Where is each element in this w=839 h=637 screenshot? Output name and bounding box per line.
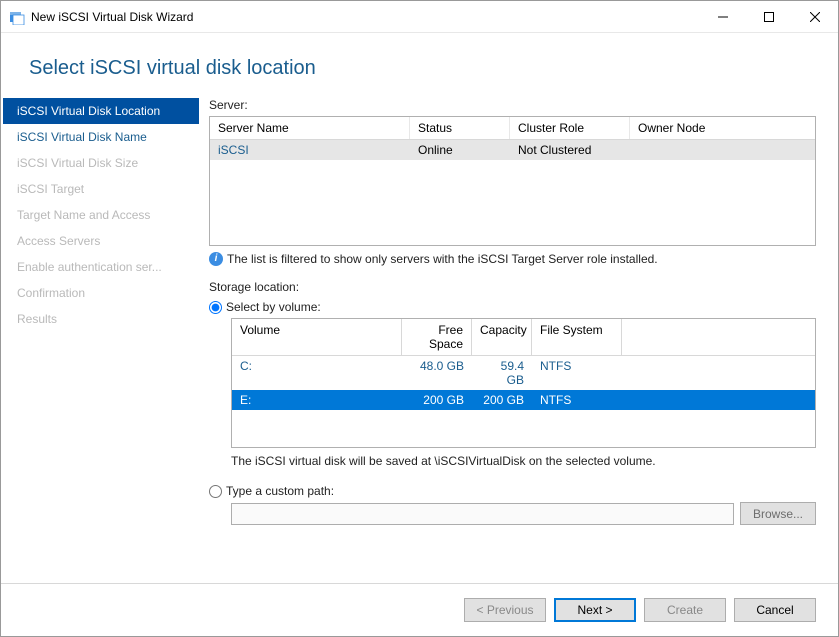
server-row-owner xyxy=(630,140,750,160)
step-iscsi-target: iSCSI Target xyxy=(3,176,199,202)
info-text: The list is filtered to show only server… xyxy=(227,252,658,266)
wizard-footer: < Previous Next > Create Cancel xyxy=(1,583,838,636)
volume-row-e[interactable]: E: 200 GB 200 GB NTFS xyxy=(232,390,815,410)
volume-row-c-free: 48.0 GB xyxy=(402,356,472,390)
radio-custom-path-label[interactable]: Type a custom path: xyxy=(226,484,334,498)
step-disk-name[interactable]: iSCSI Virtual Disk Name xyxy=(3,124,199,150)
server-row-status: Online xyxy=(410,140,510,160)
step-target-name: Target Name and Access xyxy=(3,202,199,228)
next-button[interactable]: Next > xyxy=(554,598,636,622)
step-results: Results xyxy=(3,306,199,332)
window-title: New iSCSI Virtual Disk Wizard xyxy=(31,10,700,24)
step-location[interactable]: iSCSI Virtual Disk Location xyxy=(3,98,199,124)
server-row-cluster: Not Clustered xyxy=(510,140,630,160)
storage-label: Storage location: xyxy=(209,280,816,294)
server-filter-info: i The list is filtered to show only serv… xyxy=(209,252,816,266)
minimize-button[interactable] xyxy=(700,2,746,32)
step-auth: Enable authentication ser... xyxy=(3,254,199,280)
radio-select-by-volume-row: Select by volume: xyxy=(209,300,816,314)
volume-row-c-name: C: xyxy=(232,356,402,390)
col-cluster-role[interactable]: Cluster Role xyxy=(510,117,630,139)
volume-row-c-cap: 59.4 GB xyxy=(472,356,532,390)
wizard-body: iSCSI Virtual Disk Location iSCSI Virtua… xyxy=(1,98,838,583)
window-controls xyxy=(700,2,838,32)
volume-row-e-fs: NTFS xyxy=(532,390,622,410)
create-button: Create xyxy=(644,598,726,622)
browse-button: Browse... xyxy=(740,502,816,525)
col-owner-node[interactable]: Owner Node xyxy=(630,117,750,139)
maximize-button[interactable] xyxy=(746,2,792,32)
cancel-button[interactable]: Cancel xyxy=(734,598,816,622)
volume-row-e-cap: 200 GB xyxy=(472,390,532,410)
titlebar: New iSCSI Virtual Disk Wizard xyxy=(1,1,838,33)
step-disk-size: iSCSI Virtual Disk Size xyxy=(3,150,199,176)
col-status[interactable]: Status xyxy=(410,117,510,139)
col-file-system[interactable]: File System xyxy=(532,319,622,355)
radio-custom-path-row: Type a custom path: xyxy=(209,484,816,498)
server-row[interactable]: iSCSI Online Not Clustered xyxy=(210,140,815,160)
page-title: Select iSCSI virtual disk location xyxy=(1,33,838,98)
wizard-content: Server: Server Name Status Cluster Role … xyxy=(201,98,838,583)
volume-grid[interactable]: Volume Free Space Capacity File System C… xyxy=(231,318,816,448)
previous-button: < Previous xyxy=(464,598,546,622)
volume-row-e-name: E: xyxy=(232,390,402,410)
wizard-steps: iSCSI Virtual Disk Location iSCSI Virtua… xyxy=(1,98,201,583)
col-volume[interactable]: Volume xyxy=(232,319,402,355)
step-confirmation: Confirmation xyxy=(3,280,199,306)
volume-grid-header: Volume Free Space Capacity File System xyxy=(232,319,815,356)
col-free-space[interactable]: Free Space xyxy=(402,319,472,355)
wizard-icon xyxy=(9,9,25,25)
step-access-servers: Access Servers xyxy=(3,228,199,254)
volume-row-e-free: 200 GB xyxy=(402,390,472,410)
server-grid[interactable]: Server Name Status Cluster Role Owner No… xyxy=(209,116,816,246)
volume-row-c-fs: NTFS xyxy=(532,356,622,390)
volume-hint: The iSCSI virtual disk will be saved at … xyxy=(231,454,816,468)
custom-path-input xyxy=(231,503,734,525)
radio-select-by-volume-label[interactable]: Select by volume: xyxy=(226,300,321,314)
close-button[interactable] xyxy=(792,2,838,32)
server-label: Server: xyxy=(209,98,816,112)
radio-select-by-volume[interactable] xyxy=(209,301,222,314)
info-icon: i xyxy=(209,252,223,266)
server-row-name: iSCSI xyxy=(210,140,410,160)
col-capacity[interactable]: Capacity xyxy=(472,319,532,355)
col-server-name[interactable]: Server Name xyxy=(210,117,410,139)
radio-custom-path[interactable] xyxy=(209,485,222,498)
volume-row-c[interactable]: C: 48.0 GB 59.4 GB NTFS xyxy=(232,356,815,390)
server-grid-header: Server Name Status Cluster Role Owner No… xyxy=(210,117,815,140)
custom-path-row: Browse... xyxy=(231,502,816,525)
